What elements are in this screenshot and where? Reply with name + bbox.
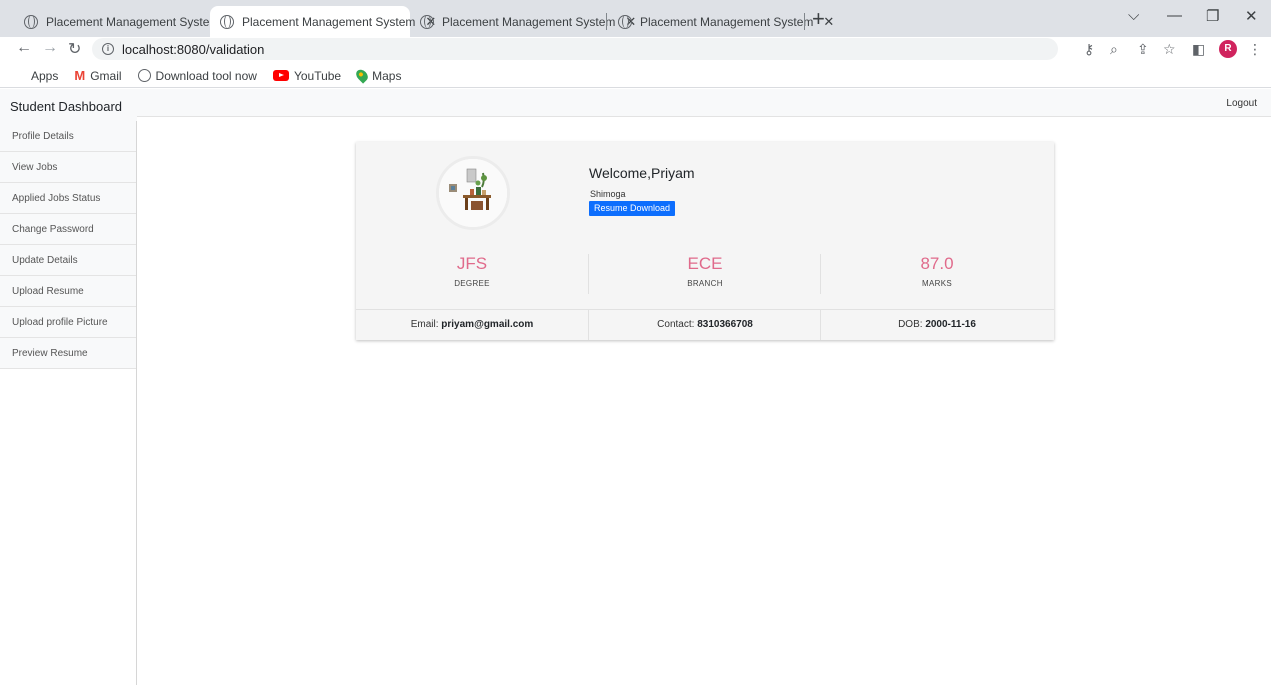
contact-info: Contact: 8310366708 (589, 310, 821, 340)
globe-icon (618, 14, 632, 29)
bookmark-label: Gmail (90, 68, 122, 83)
browser-toolbar: ← → ↻ i localhost:8080/validation ⚷ ⌕ ⇪ … (0, 37, 1271, 64)
profile-avatar[interactable]: R (1219, 40, 1237, 58)
welcome-heading: Welcome,Priyam (589, 165, 695, 181)
dashboard-brand[interactable]: Student Dashboard (0, 89, 137, 121)
gmail-icon: M (74, 68, 86, 83)
sidebar-item-view-jobs[interactable]: View Jobs (0, 152, 136, 183)
contact-value: 8310366708 (697, 319, 753, 330)
contact-label: Contact: (657, 319, 695, 330)
bookmark-apps[interactable]: Apps (14, 69, 58, 83)
address-bar[interactable]: i localhost:8080/validation (92, 38, 1058, 60)
globe-icon (420, 14, 434, 29)
url-text: localhost:8080/validation (122, 41, 265, 57)
restore-icon[interactable]: ❐ (1206, 7, 1219, 25)
close-tab-icon[interactable]: ✕ (823, 14, 834, 30)
bookmark-star-icon[interactable]: ☆ (1163, 41, 1176, 58)
email-label: Email: (410, 319, 439, 330)
sidebar: Profile Details View Jobs Applied Jobs S… (0, 121, 137, 685)
profile-card: Welcome,Priyam Shimoga Resume Download J… (356, 142, 1054, 340)
youtube-icon (272, 70, 289, 81)
info-icon[interactable]: i (102, 43, 114, 55)
dob-info: DOB: 2000-11-16 (821, 310, 1053, 340)
browser-tab[interactable]: Placement Management System ✕ (410, 6, 636, 37)
marks-value: 87.0 (920, 254, 954, 273)
browser-tab-strip: Placement Management System ✕ Placement … (0, 0, 1271, 37)
bookmark-youtube[interactable]: YouTube (272, 68, 342, 83)
degree-stat: JFS DEGREE (356, 254, 588, 294)
dob-label: DOB: (898, 319, 923, 330)
resume-download-button[interactable]: Resume Download (589, 201, 676, 216)
tab-search-chevron-icon[interactable]: ⌵ (1128, 7, 1139, 24)
zoom-icon[interactable]: ⌕ (1110, 41, 1118, 58)
tab-separator (606, 13, 607, 30)
password-key-icon[interactable]: ⚷ (1084, 41, 1094, 58)
branch-value: ECE (687, 254, 723, 273)
new-tab-icon[interactable]: + (812, 8, 825, 30)
apps-grid-icon (14, 70, 26, 82)
bookmarks-bar: Apps M Gmail Download tool now YouTube M… (0, 64, 1271, 88)
globe-icon (24, 14, 38, 29)
tab-title: Placement Management System (46, 14, 220, 29)
dob-value: 2000-11-16 (925, 319, 976, 330)
reload-icon[interactable]: ↻ (68, 39, 81, 59)
degree-value: JFS (456, 254, 488, 273)
sidebar-item-update-details[interactable]: Update Details (0, 245, 136, 276)
tab-title: Placement Management System (442, 14, 616, 29)
sidebar-item-profile-details[interactable]: Profile Details (0, 121, 136, 152)
bookmark-label: Download tool now (155, 68, 257, 83)
bookmark-label: YouTube (293, 68, 342, 83)
sidebar-item-upload-resume[interactable]: Upload Resume (0, 276, 136, 307)
side-panel-icon[interactable]: ◧ (1192, 41, 1205, 58)
browser-tab[interactable]: Placement Management System ✕ (14, 6, 240, 37)
browser-tab-active[interactable]: Placement Management System ✕ (210, 6, 436, 37)
tab-title: Placement Management System (242, 14, 416, 29)
bookmark-label: Apps (31, 68, 59, 83)
kebab-menu-icon[interactable]: ⋮ (1248, 41, 1262, 58)
sidebar-item-change-password[interactable]: Change Password (0, 214, 136, 245)
browser-tab[interactable]: Placement Management System ✕ (608, 6, 834, 37)
globe-icon (137, 69, 151, 82)
globe-icon (220, 14, 234, 29)
maps-icon (353, 67, 371, 84)
email-info: Email: priyam@gmail.com (356, 310, 588, 340)
tab-title: Placement Management System (640, 14, 814, 29)
branch-stat: ECE BRANCH (589, 254, 821, 294)
logout-link[interactable]: Logout (1226, 98, 1257, 109)
bookmark-label: Maps (372, 68, 402, 83)
bookmark-download-tool[interactable]: Download tool now (137, 68, 257, 83)
student-city: Shimoga (590, 189, 626, 199)
sidebar-item-upload-profile-picture[interactable]: Upload profile Picture (0, 307, 136, 338)
branch-label: BRANCH (687, 279, 723, 288)
profile-picture-image (439, 159, 507, 227)
marks-label: MARKS (922, 279, 952, 288)
degree-label: DEGREE (454, 279, 490, 288)
email-value: priyam@gmail.com (441, 319, 534, 330)
profile-picture (436, 156, 510, 230)
minimize-icon[interactable]: — (1167, 7, 1182, 24)
bookmark-maps[interactable]: Maps (353, 67, 402, 84)
sidebar-item-applied-jobs-status[interactable]: Applied Jobs Status (0, 183, 136, 214)
marks-stat: 87.0 MARKS (821, 254, 1053, 294)
forward-arrow-icon[interactable]: → (42, 39, 58, 57)
back-arrow-icon[interactable]: ← (16, 39, 32, 57)
sidebar-item-preview-resume[interactable]: Preview Resume (0, 338, 136, 369)
page-navbar (0, 89, 1271, 117)
close-window-icon[interactable]: ✕ (1245, 7, 1258, 25)
tab-separator (804, 13, 805, 30)
share-icon[interactable]: ⇪ (1137, 41, 1149, 58)
bookmark-gmail[interactable]: M Gmail (74, 68, 121, 83)
